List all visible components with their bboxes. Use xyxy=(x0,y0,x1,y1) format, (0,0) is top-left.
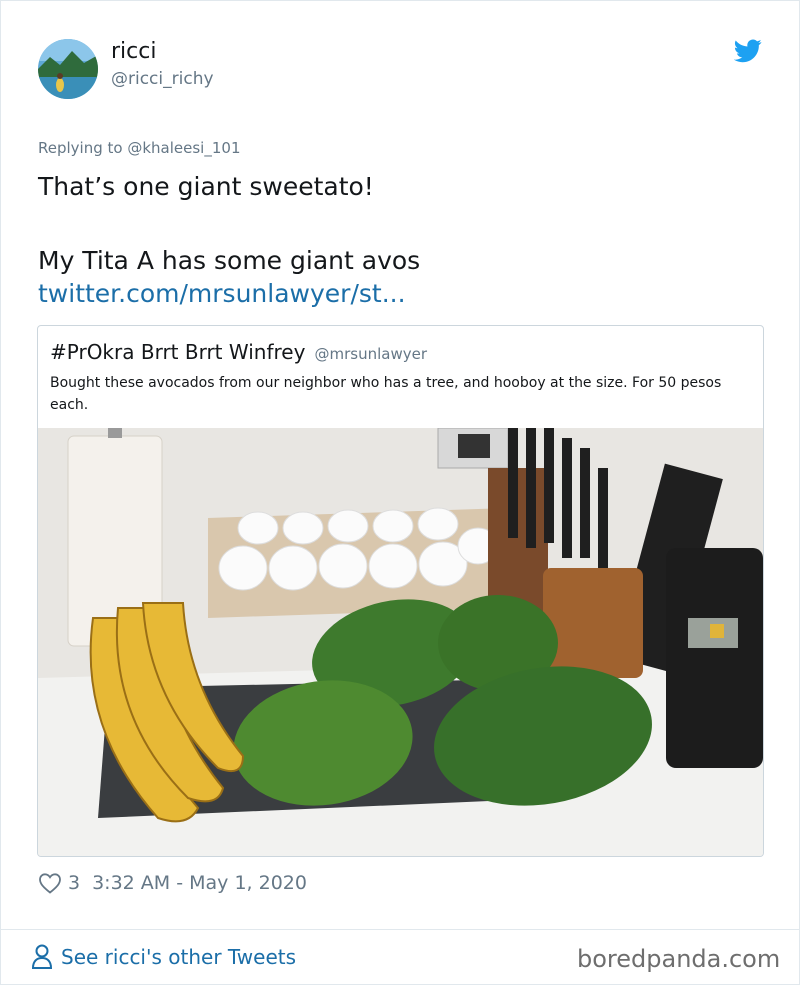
person-icon xyxy=(31,944,53,969)
like-count: 3 xyxy=(68,872,81,894)
watermark: boredpanda.com xyxy=(577,945,781,973)
quoted-name: #PrOkra Brrt Brrt Winfrey xyxy=(50,340,306,364)
tweet-line-2: My Tita A has some giant avos xyxy=(38,246,421,275)
user-handle[interactable]: @ricci_richy xyxy=(111,69,214,89)
see-more-label[interactable]: See ricci's other Tweets xyxy=(61,945,296,969)
quoted-text: Bought these avocados from our neighbor … xyxy=(50,375,722,413)
see-more-link[interactable]: See ricci's other Tweets xyxy=(31,944,296,970)
divider xyxy=(1,929,799,930)
quoted-tweet[interactable]: #PrOkra Brrt Brrt Winfrey @mrsunlawyer B… xyxy=(37,325,764,857)
tweet-card: ricci @ricci_richy Replying to @khaleesi… xyxy=(0,0,800,985)
quoted-handle: @mrsunlawyer xyxy=(314,345,428,363)
twitter-bird-icon[interactable] xyxy=(733,39,762,63)
tweet-line-1: That’s one giant sweetato! xyxy=(38,172,374,201)
timestamp[interactable]: 3:32 AM - May 1, 2020 xyxy=(92,872,307,894)
tweet-link[interactable]: twitter.com/mrsunlawyer/st... xyxy=(38,279,406,308)
quoted-photo[interactable] xyxy=(38,428,763,856)
heart-icon[interactable] xyxy=(38,872,62,894)
avatar[interactable] xyxy=(38,39,98,99)
replying-handle[interactable]: @khaleesi_101 xyxy=(127,139,240,157)
quoted-header: #PrOkra Brrt Brrt Winfrey @mrsunlawyer xyxy=(50,340,427,364)
replying-prefix: Replying to xyxy=(38,139,123,157)
user-name[interactable]: ricci xyxy=(111,39,156,64)
tweet-text: That’s one giant sweetato! My Tita A has… xyxy=(38,169,758,279)
tweet-meta: 3 3:32 AM - May 1, 2020 xyxy=(38,872,307,894)
replying-to: Replying to @khaleesi_101 xyxy=(38,139,240,157)
